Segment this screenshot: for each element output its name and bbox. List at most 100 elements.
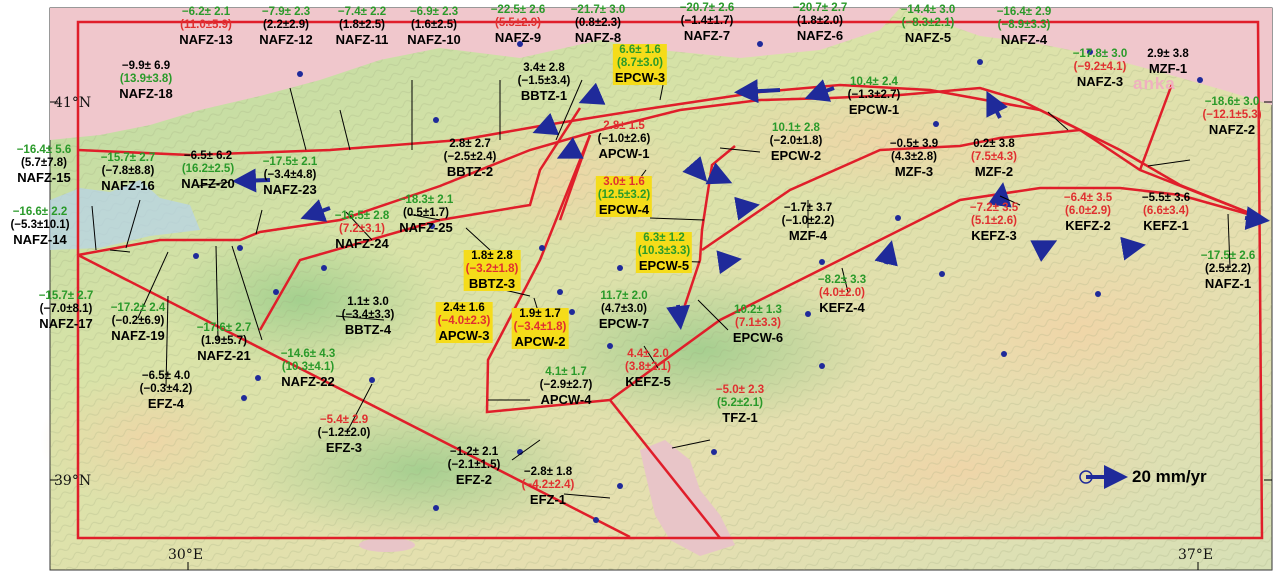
block-name: NAFZ-17	[39, 316, 93, 331]
block-normal-rate: (6.6±3.4)	[1143, 205, 1189, 217]
block-name: APCW-4	[540, 392, 592, 407]
block-label-nafz18: −9.9± 6.9 (13.9±3.8) NAFZ-18	[119, 60, 172, 101]
block-normal-rate: (5.1±2.6)	[971, 215, 1017, 227]
block-strike-slip-rate: −8.2± 3.3	[817, 274, 867, 286]
block-label-nafz7: −20.7± 2.6 (−1.4±1.7) NAFZ-7	[680, 2, 735, 43]
block-normal-rate: (3.8±2.1)	[625, 361, 671, 373]
block-label-nafz24: −16.5± 2.8 (7.2±3.1) NAFZ-24	[335, 210, 390, 251]
block-normal-rate: (0.8±2.3)	[575, 17, 621, 29]
block-label-epcw6: 10.2± 1.3 (7.1±3.3) EPCW-6	[733, 304, 783, 345]
block-strike-slip-rate: −5.5± 3.6	[1141, 192, 1191, 204]
block-normal-rate: (0.5±1.7)	[403, 207, 449, 219]
block-normal-rate: (8.7±3.0)	[612, 57, 668, 70]
block-label-nafz15: −16.4± 5.6 (5.7±7.8) NAFZ-15	[17, 144, 72, 185]
block-strike-slip-rate: 2.8± 2.7	[449, 138, 491, 150]
block-strike-slip-rate: −1.2± 2.1	[449, 446, 499, 458]
block-normal-rate: (1.8±2.5)	[339, 19, 385, 31]
block-label-bbtz3: 1.8± 2.8 (−3.2±1.8) BBTZ-3	[463, 250, 521, 291]
block-label-nafz19: −17.2± 2.4 (−0.2±6.9) NAFZ-19	[111, 302, 166, 343]
block-name: MZF-2	[974, 164, 1014, 179]
block-name: BBTZ-2	[446, 164, 494, 179]
block-strike-slip-rate: −7.4± 2.2	[337, 6, 387, 18]
block-name: NAFZ-4	[1000, 32, 1048, 47]
block-label-epcw2: 10.1± 2.8 (−2.0±1.8) EPCW-2	[770, 122, 823, 163]
block-normal-rate: (4.0±2.0)	[819, 287, 865, 299]
block-name: NAFZ-11	[335, 32, 389, 47]
block-normal-rate: (2.2±2.9)	[263, 19, 309, 31]
block-normal-rate: (−1.0±2.2)	[781, 215, 835, 227]
lat-label-41n: 41°N	[54, 95, 92, 111]
block-strike-slip-rate: 6.3± 1.2	[635, 232, 693, 245]
block-normal-rate: (−0.3±4.2)	[139, 383, 193, 395]
block-normal-rate: (4.7±3.0)	[601, 303, 647, 315]
gps-arrow	[1244, 206, 1270, 231]
lat-label-39n: 39°N	[54, 473, 92, 489]
block-normal-rate: (−8.9±3.3)	[997, 19, 1051, 31]
block-normal-rate: (−7.0±8.1)	[39, 303, 93, 315]
block-normal-rate: (−4.0±2.3)	[435, 315, 493, 328]
block-strike-slip-rate: −21.7± 3.0	[570, 4, 626, 16]
block-normal-rate: (5.2±2.1)	[717, 397, 763, 409]
block-name: NAFZ-1	[1204, 276, 1252, 291]
block-strike-slip-rate: −18.3± 2.1	[398, 194, 454, 206]
block-strike-slip-rate: 6.6± 1.6	[612, 44, 668, 57]
block-name: EPCW-1	[848, 102, 900, 117]
gps-arrow	[734, 196, 760, 221]
block-label-nafz11: −7.4± 2.2 (1.8±2.5) NAFZ-11	[336, 6, 389, 47]
block-label-epcw1: 10.4± 2.4 (−1.3±2.7) EPCW-1	[848, 76, 901, 117]
block-label-mzf2: 0.2± 3.8 (7.5±4.3) MZF-2	[971, 138, 1017, 179]
block-normal-rate: (−2.5±2.4)	[443, 151, 497, 163]
block-strike-slip-rate: −17.8± 3.0	[1072, 48, 1128, 60]
block-label-bbtz1: 3.4± 2.8 (−1.5±3.4) BBTZ-1	[518, 62, 571, 103]
block-name: EPCW-4	[595, 202, 653, 217]
block-normal-rate: (5.7±7.8)	[21, 157, 67, 169]
block-name: NAFZ-22	[281, 374, 335, 389]
block-label-kefz1: −5.5± 3.6 (6.6±3.4) KEFZ-1	[1142, 192, 1190, 233]
block-normal-rate: (12.5±3.2)	[595, 189, 653, 202]
block-strike-slip-rate: 10.2± 1.3	[734, 304, 782, 316]
block-name: MZF-1	[1148, 61, 1188, 76]
block-strike-slip-rate: −20.7± 2.7	[792, 2, 848, 14]
gps-arrow	[1120, 236, 1146, 261]
block-strike-slip-rate: 1.1± 3.0	[347, 296, 389, 308]
block-label-epcw3: 6.6± 1.6 (8.7±3.0) EPCW-3	[612, 44, 668, 85]
block-name: NAFZ-7	[683, 28, 731, 43]
block-normal-rate: (−2.1±1.5)	[447, 459, 501, 471]
block-label-nafz6: −20.7± 2.7 (1.8±2.0) NAFZ-6	[793, 2, 848, 43]
block-label-nafz3: −17.8± 3.0 (−9.2±4.1) NAFZ-3	[1073, 48, 1128, 89]
block-label-epcw5: 6.3± 1.2 (10.3±3.3) EPCW-5	[635, 232, 693, 273]
block-normal-rate: (−1.3±2.7)	[847, 89, 901, 101]
block-name: KEFZ-5	[625, 374, 671, 389]
block-normal-rate: (7.5±4.3)	[971, 151, 1017, 163]
block-strike-slip-rate: 10.1± 2.8	[772, 122, 820, 134]
block-normal-rate: (−1.0±2.6)	[597, 133, 651, 145]
block-normal-rate: (−8.3±2.1)	[901, 17, 955, 29]
block-normal-rate: (2.5±2.2)	[1205, 263, 1251, 275]
block-name: MZF-4	[788, 228, 828, 243]
block-strike-slip-rate: −5.4± 2.9	[319, 414, 369, 426]
block-normal-rate: (−0.2±6.9)	[111, 315, 165, 327]
block-label-nafz9: −22.5± 2.6 (5.5±2.9) NAFZ-9	[491, 4, 546, 45]
block-label-kefz5: 4.4± 2.0 (3.8±2.1) KEFZ-5	[625, 348, 671, 389]
block-name: EPCW-3	[612, 70, 668, 85]
block-name: KEFZ-1	[1143, 218, 1189, 233]
block-name: EPCW-7	[598, 316, 650, 331]
block-label-nafz12: −7.9± 2.3 (2.2±2.9) NAFZ-12	[259, 6, 312, 47]
block-label-nafz17: −15.7± 2.7 (−7.0±8.1) NAFZ-17	[39, 290, 94, 331]
block-strike-slip-rate: 3.0± 1.6	[595, 176, 653, 189]
block-label-mzf4: −1.7± 3.7 (−1.0±2.2) MZF-4	[782, 202, 835, 243]
block-normal-rate: (−1.2±2.0)	[317, 427, 371, 439]
block-strike-slip-rate: 0.2± 3.8	[973, 138, 1015, 150]
block-label-bbtz4: 1.1± 3.0 (−3.4±3.3) BBTZ-4	[342, 296, 395, 337]
block-normal-rate: (7.1±3.3)	[735, 317, 781, 329]
block-strike-slip-rate: −5.0± 2.3	[715, 384, 765, 396]
block-strike-slip-rate: −14.4± 3.0	[900, 4, 956, 16]
block-name: EFZ-1	[529, 492, 567, 507]
block-strike-slip-rate: 1.9± 1.7	[511, 308, 569, 321]
block-name: NAFZ-8	[574, 30, 622, 45]
block-name: NAFZ-18	[119, 86, 173, 101]
block-name: NAFZ-23	[263, 182, 317, 197]
block-strike-slip-rate: −9.9± 6.9	[121, 60, 171, 72]
block-name: NAFZ-9	[494, 30, 542, 45]
block-normal-rate: (−4.2±2.4)	[521, 479, 575, 491]
